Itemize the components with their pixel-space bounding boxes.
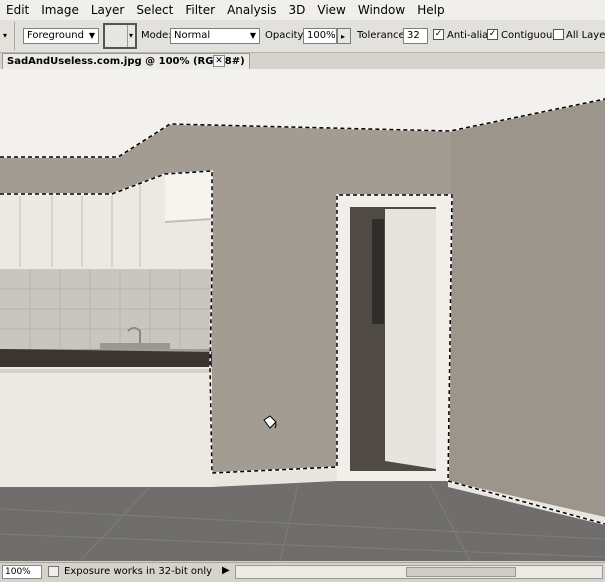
menu-help[interactable]: Help bbox=[411, 0, 450, 20]
fill-source-select[interactable]: Foreground ▼ bbox=[23, 28, 99, 44]
pattern-picker[interactable]: ▾ bbox=[103, 23, 137, 49]
tolerance-label: Tolerance: bbox=[357, 30, 409, 41]
options-bar: ▾ Foreground ▼ ▾ Mode: Normal ▼ Opacity:… bbox=[0, 20, 605, 53]
scrollbar-thumb[interactable] bbox=[406, 567, 516, 577]
menu-analysis[interactable]: Analysis bbox=[221, 0, 282, 20]
contiguous-checkbox[interactable]: ✓ bbox=[487, 29, 498, 40]
menu-view[interactable]: View bbox=[311, 0, 351, 20]
zoom-value: 100% bbox=[5, 567, 31, 577]
all-layers-checkbox[interactable] bbox=[553, 29, 564, 40]
chevron-down-icon: ▼ bbox=[88, 31, 95, 40]
menu-edit[interactable]: Edit bbox=[0, 0, 35, 20]
room-photo bbox=[0, 69, 605, 561]
tolerance-value: 32 bbox=[407, 30, 420, 41]
benchtop bbox=[0, 349, 212, 367]
opacity-value: 100% bbox=[307, 30, 336, 41]
menu-window[interactable]: Window bbox=[352, 0, 411, 20]
status-menu-icon[interactable] bbox=[48, 566, 59, 577]
status-message: Exposure works in 32-bit only bbox=[64, 566, 213, 577]
opacity-slider-button[interactable]: ▸ bbox=[337, 28, 351, 44]
contiguous-label: Contiguous bbox=[501, 30, 558, 41]
mode-label: Mode: bbox=[141, 30, 172, 41]
status-bar: 100% Exposure works in 32-bit only ▶ bbox=[0, 562, 605, 582]
cabinet-shelf bbox=[165, 171, 212, 222]
play-icon[interactable]: ▶ bbox=[222, 565, 230, 576]
chevron-right-icon: ▸ bbox=[341, 32, 346, 41]
antialias-checkbox[interactable]: ✓ bbox=[433, 29, 444, 40]
menu-image[interactable]: Image bbox=[35, 0, 85, 20]
menu-select[interactable]: Select bbox=[130, 0, 179, 20]
island bbox=[0, 367, 212, 487]
opacity-label: Opacity: bbox=[265, 30, 307, 41]
horizontal-scrollbar[interactable] bbox=[235, 565, 603, 579]
menu-layer[interactable]: Layer bbox=[85, 0, 130, 20]
fill-source-value: Foreground bbox=[27, 30, 84, 41]
zoom-field[interactable]: 100% bbox=[2, 565, 42, 579]
tolerance-input[interactable]: 32 bbox=[403, 28, 428, 44]
menu-3d[interactable]: 3D bbox=[283, 0, 312, 20]
opacity-input[interactable]: 100% bbox=[303, 28, 337, 44]
mode-value: Normal bbox=[174, 30, 211, 41]
tool-preset-picker-icon[interactable]: ▾ bbox=[3, 31, 7, 40]
menu-filter[interactable]: Filter bbox=[179, 0, 221, 20]
all-layers-label: All Layers bbox=[566, 30, 605, 41]
right-wall bbox=[450, 99, 605, 529]
chevron-down-icon: ▼ bbox=[249, 31, 256, 40]
menu-bar: Edit Image Layer Select Filter Analysis … bbox=[0, 0, 605, 20]
chevron-down-icon: ▾ bbox=[129, 31, 134, 40]
door bbox=[385, 209, 436, 469]
sink bbox=[100, 343, 170, 349]
close-icon[interactable]: ✕ bbox=[213, 55, 225, 67]
window bbox=[372, 219, 384, 324]
separator bbox=[14, 22, 15, 50]
document-tab-title: SadAndUseless.com.jpg @ 100% (RGB/8#) bbox=[7, 56, 245, 67]
document-canvas[interactable] bbox=[0, 69, 605, 561]
mode-select[interactable]: Normal ▼ bbox=[170, 28, 260, 44]
document-tab-bar: SadAndUseless.com.jpg @ 100% (RGB/8#) ✕ bbox=[0, 53, 605, 69]
